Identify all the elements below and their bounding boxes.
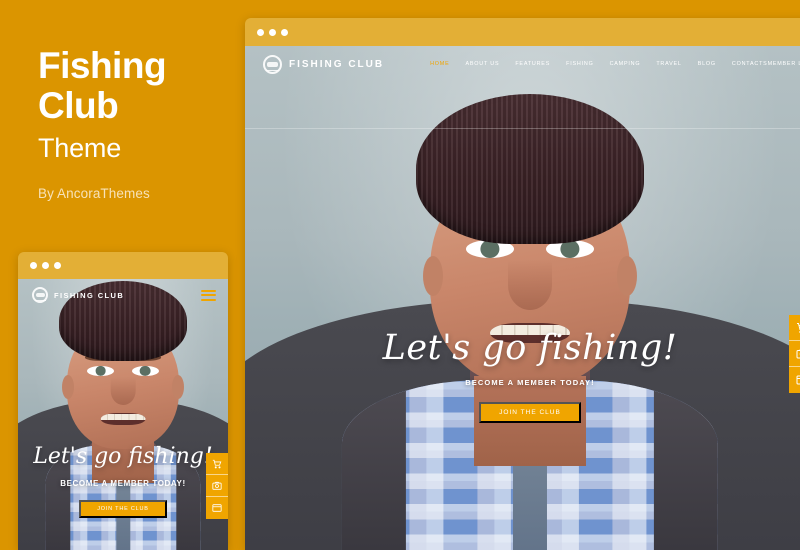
hamburger-bar-3 (201, 298, 216, 301)
gallery-image-icon[interactable] (206, 475, 228, 497)
mobile-titlebar (18, 252, 228, 279)
photo-ear-right (617, 255, 637, 296)
photo-iris-left (95, 365, 106, 377)
site-header: FISHING CLUB HOME ABOUT US FEATURES FISH… (245, 46, 800, 82)
brand-name: FISHING CLUB (54, 290, 125, 300)
minimize-dot-icon[interactable] (42, 262, 49, 269)
nav-item-home[interactable]: HOME (430, 61, 449, 67)
hamburger-menu-icon[interactable] (201, 289, 216, 301)
promo-title-line1: Fishing (38, 45, 167, 86)
photo-nose (110, 377, 136, 406)
maximize-dot-icon[interactable] (281, 28, 288, 36)
side-icon-rail (789, 315, 800, 393)
hero-subtitle: BECOME A MEMBER TODAY! (465, 378, 595, 387)
fish-badge-icon (32, 287, 48, 303)
hero-photo (245, 46, 800, 550)
nav-item-camping[interactable]: CAMPING (610, 61, 641, 67)
gallery-image-icon[interactable] (789, 341, 800, 367)
join-the-club-hero-button[interactable]: JOIN THE CLUB (479, 402, 581, 423)
desktop-window-controls (257, 18, 288, 46)
photo-ear-right (172, 374, 184, 399)
header-divider (245, 128, 800, 129)
photo-eye-left (87, 365, 115, 377)
shopping-cart-icon[interactable] (206, 453, 228, 475)
main-nav: HOME ABOUT US FEATURES FISHING CAMPING T… (430, 61, 767, 67)
fish-badge-icon (263, 54, 282, 74)
window-layout-icon[interactable] (789, 367, 800, 393)
close-dot-icon[interactable] (30, 262, 37, 269)
nav-item-blog[interactable]: BLOG (698, 61, 716, 67)
mobile-viewport: FISHING CLUB Let's go fishing! BECOME A … (18, 279, 228, 550)
minimize-dot-icon[interactable] (269, 28, 276, 36)
photo-beanie-ribbing (416, 94, 644, 244)
member-login-link[interactable]: MEMBER LOGIN (768, 61, 800, 67)
photo-iris-right (140, 365, 151, 377)
photo-ear-left (423, 255, 443, 296)
nav-item-features[interactable]: FEATURES (515, 61, 550, 67)
hamburger-bar-1 (201, 289, 216, 292)
header-actions (201, 289, 216, 301)
desktop-viewport: FISHING CLUB HOME ABOUT US FEATURES FISH… (245, 46, 800, 550)
side-icon-rail (206, 453, 228, 519)
maximize-dot-icon[interactable] (54, 262, 61, 269)
promo-subtitle: Theme (38, 133, 122, 164)
hero-block: Let's go fishing! BECOME A MEMBER TODAY!… (245, 328, 800, 423)
hamburger-bar-2 (201, 294, 216, 296)
mobile-preview-window: FISHING CLUB Let's go fishing! BECOME A … (18, 252, 228, 550)
window-layout-icon[interactable] (206, 497, 228, 519)
site-header: FISHING CLUB (18, 279, 228, 311)
site-brand[interactable]: FISHING CLUB (32, 287, 124, 303)
promo-title-line2: Club (38, 84, 119, 126)
photo-nose (508, 260, 552, 310)
nav-item-contacts[interactable]: CONTACTS (732, 61, 768, 67)
photo-ear-left (62, 374, 74, 399)
photo-eye-right (131, 365, 159, 377)
hero-title: Let's go fishing! (382, 328, 678, 368)
desktop-titlebar (245, 18, 800, 46)
promo-title: Fishing Club (38, 46, 245, 125)
promo-byline: By AncoraThemes (38, 186, 150, 202)
photo-beanie (416, 94, 644, 244)
mobile-window-controls (30, 252, 61, 279)
photo-teeth (100, 414, 146, 421)
brand-name: FISHING CLUB (289, 58, 385, 70)
site-brand[interactable]: FISHING CLUB (263, 54, 385, 74)
close-dot-icon[interactable] (257, 28, 264, 36)
join-the-club-hero-button[interactable]: JOIN THE CLUB (79, 500, 167, 518)
nav-item-travel[interactable]: TRAVEL (656, 61, 681, 67)
header-actions: MEMBER LOGIN JOIN THE CLUB (768, 56, 800, 72)
shopping-cart-icon[interactable] (789, 315, 800, 341)
nav-item-fishing[interactable]: FISHING (566, 61, 593, 67)
photo-mouth (100, 413, 146, 425)
desktop-preview-window: FISHING CLUB HOME ABOUT US FEATURES FISH… (245, 18, 800, 550)
hero-title: Let's go fishing! (33, 444, 213, 469)
nav-item-about-us[interactable]: ABOUT US (465, 61, 499, 67)
hero-block: Let's go fishing! BECOME A MEMBER TODAY!… (18, 444, 228, 518)
hero-subtitle: BECOME A MEMBER TODAY! (60, 479, 186, 488)
